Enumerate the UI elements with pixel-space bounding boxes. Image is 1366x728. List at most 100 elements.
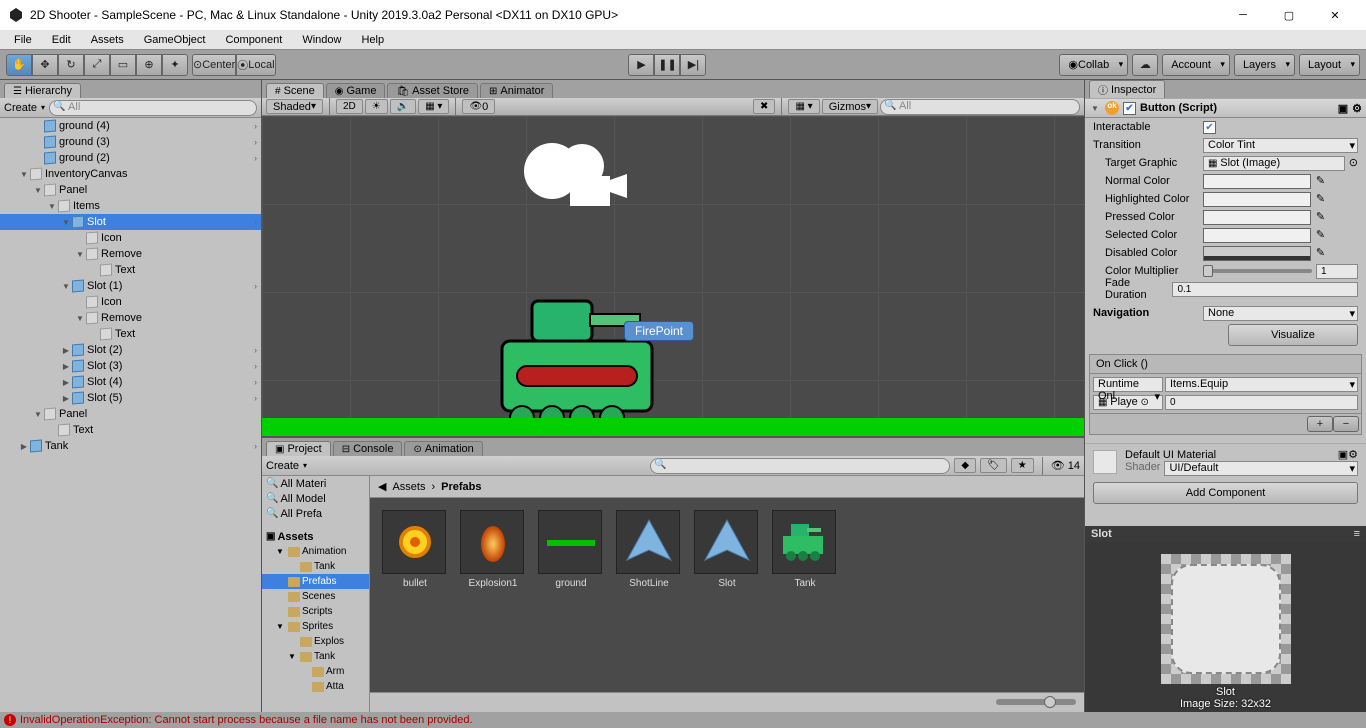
pivot-center[interactable]: ⊙ Center (192, 54, 236, 76)
hierarchy-item[interactable]: ▶Slot (5)› (0, 390, 261, 406)
color-mult-field[interactable] (1316, 264, 1358, 279)
hand-tool[interactable]: ✋ (6, 54, 32, 76)
hierarchy-item[interactable]: ▶Tank› (0, 438, 261, 454)
scene-search[interactable]: All (880, 99, 1080, 115)
tools-icon[interactable]: ✖ (753, 99, 775, 114)
menu-window[interactable]: Window (292, 32, 351, 48)
play-button[interactable]: ▶ (628, 54, 654, 76)
help-icon[interactable]: ▣ (1338, 448, 1348, 461)
hierarchy-item[interactable]: ▶Slot (4)› (0, 374, 261, 390)
animator-tab[interactable]: ⊞ Animator (480, 83, 553, 98)
target-graphic-field[interactable]: ▦ Slot (Image) (1203, 156, 1345, 171)
asset-item[interactable]: Slot (694, 510, 760, 589)
breadcrumb-item[interactable]: Assets (392, 481, 425, 493)
menu-assets[interactable]: Assets (81, 32, 134, 48)
shaded-dropdown[interactable]: Shaded ▾ (266, 99, 323, 114)
project-filter-icon[interactable]: ◆ (954, 458, 976, 473)
thumbnail-slider[interactable] (996, 699, 1076, 705)
hierarchy-item[interactable]: Icon (0, 294, 261, 310)
eyedropper-icon[interactable]: ✎ (1313, 174, 1328, 189)
eyedropper-icon[interactable]: ✎ (1313, 192, 1328, 207)
maximize-button[interactable]: ▢ (1266, 0, 1312, 30)
menu-edit[interactable]: Edit (42, 32, 81, 48)
2d-toggle[interactable]: 2D (336, 99, 363, 114)
project-search[interactable] (650, 458, 950, 474)
pivot-local[interactable]: ⦿ Local (236, 54, 275, 76)
gear-icon[interactable]: ⚙ (1348, 448, 1358, 461)
folder-item[interactable]: Arm (262, 664, 369, 679)
animation-tab[interactable]: ⊙ Animation (404, 441, 482, 456)
color-mult-slider[interactable] (1203, 269, 1312, 273)
eyedropper-icon[interactable]: ✎ (1313, 246, 1328, 261)
pause-button[interactable]: ❚❚ (654, 54, 680, 76)
menu-file[interactable]: File (4, 32, 42, 48)
camera-icon[interactable]: ▦ ▾ (788, 99, 819, 114)
hierarchy-item[interactable]: ground (4)› (0, 118, 261, 134)
hierarchy-item[interactable]: ground (2)› (0, 150, 261, 166)
hierarchy-item[interactable]: ▼Panel (0, 182, 261, 198)
breadcrumb-item[interactable]: Prefabs (441, 481, 481, 493)
folder-item[interactable]: Prefabs (262, 574, 369, 589)
tree-filter[interactable]: 🔍 All Model (262, 491, 369, 506)
project-fav-icon[interactable]: ★ (1011, 458, 1034, 473)
folder-item[interactable]: ▼ Animation (262, 544, 369, 559)
argument-field[interactable] (1165, 395, 1358, 410)
interactable-checkbox[interactable]: ✔ (1203, 121, 1216, 134)
hidden-toggle[interactable]: 👁 0 (462, 99, 495, 114)
folder-item[interactable]: Explos (262, 634, 369, 649)
hierarchy-item[interactable]: Text (0, 262, 261, 278)
help-icon[interactable]: ▣ (1338, 102, 1348, 115)
hierarchy-item[interactable]: ▶Slot (3)› (0, 358, 261, 374)
move-tool[interactable]: ✥ (32, 54, 58, 76)
layers-dropdown[interactable]: Layers (1234, 54, 1295, 76)
hierarchy-item[interactable]: ▼Panel (0, 406, 261, 422)
gizmos-dropdown[interactable]: Gizmos ▾ (822, 99, 878, 114)
inspector-tab[interactable]: ⓘ Inspector (1089, 80, 1165, 98)
left-arrow-icon[interactable]: ◀ (378, 480, 386, 493)
add-component-button[interactable]: Add Component (1093, 482, 1358, 504)
hierarchy-item[interactable]: ▶Slot (2)› (0, 342, 261, 358)
custom-tool[interactable]: ✦ (162, 54, 188, 76)
status-bar[interactable]: ! InvalidOperationException: Cannot star… (0, 712, 1366, 728)
menu-component[interactable]: Component (215, 32, 292, 48)
selected-color[interactable] (1203, 228, 1311, 243)
asset-item[interactable]: Tank (772, 510, 838, 589)
asset-item[interactable]: ground (538, 510, 604, 589)
collab-dropdown[interactable]: ◉ Collab (1059, 54, 1128, 76)
hierarchy-item[interactable]: ▼Items (0, 198, 261, 214)
hierarchy-item[interactable]: ▼Remove (0, 246, 261, 262)
project-tab[interactable]: ▣ Project (266, 441, 331, 456)
assets-root[interactable]: ▣ Assets (262, 529, 369, 544)
assets-grid[interactable]: bulletExplosion1groundShotLineSlotTank (370, 498, 1084, 692)
close-button[interactable]: ✕ (1312, 0, 1358, 30)
project-tree[interactable]: 🔍 All Materi 🔍 All Model 🔍 All Prefa ▣ A… (262, 476, 370, 712)
asset-item[interactable]: Explosion1 (460, 510, 526, 589)
light-toggle[interactable]: ☀ (365, 99, 388, 114)
tree-filter[interactable]: 🔍 All Prefa (262, 506, 369, 521)
audio-toggle[interactable]: 🔊 (390, 99, 416, 114)
asset-store-tab[interactable]: 🛍 Asset Store (387, 83, 478, 98)
menu-help[interactable]: Help (351, 32, 394, 48)
console-tab[interactable]: ⊟ Console (333, 441, 403, 456)
normal-color[interactable] (1203, 174, 1311, 189)
hierarchy-item[interactable]: ▼Remove (0, 310, 261, 326)
folder-item[interactable]: Scenes (262, 589, 369, 604)
component-enabled-checkbox[interactable]: ✔ (1123, 102, 1136, 115)
hierarchy-item[interactable]: Text (0, 422, 261, 438)
preview-menu-icon[interactable]: ≡ (1354, 528, 1360, 540)
hierarchy-create[interactable]: Create (4, 102, 37, 114)
scale-tool[interactable]: ⤢ (84, 54, 110, 76)
hierarchy-item[interactable]: ▼Slot› (0, 214, 261, 230)
hierarchy-tree[interactable]: ground (4)›ground (3)›ground (2)›▼Invent… (0, 118, 261, 712)
hierarchy-search[interactable]: All (49, 100, 257, 116)
folder-item[interactable]: ▼ Tank (262, 649, 369, 664)
navigation-dropdown[interactable]: None▾ (1203, 306, 1358, 321)
fade-duration-field[interactable] (1172, 282, 1358, 297)
menu-gameobject[interactable]: GameObject (134, 32, 216, 48)
folder-item[interactable]: Scripts (262, 604, 369, 619)
gear-icon[interactable]: ⚙ (1352, 102, 1362, 115)
object-picker-icon[interactable]: ⊙ (1349, 156, 1358, 171)
remove-event-button[interactable]: − (1333, 416, 1359, 432)
cloud-button[interactable]: ☁ (1132, 54, 1158, 76)
eyedropper-icon[interactable]: ✎ (1313, 228, 1328, 243)
